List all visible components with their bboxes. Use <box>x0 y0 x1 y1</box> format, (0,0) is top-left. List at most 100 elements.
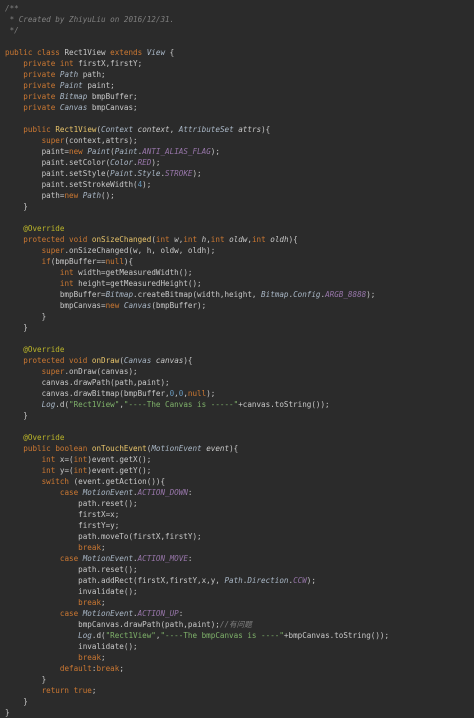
code-line[interactable]: path.reset(); <box>5 498 474 509</box>
code-token-kw: public <box>23 125 56 134</box>
code-line[interactable] <box>5 421 474 432</box>
code-line[interactable]: invalidate(); <box>5 641 474 652</box>
code-line[interactable]: case MotionEvent.ACTION_UP: <box>5 608 474 619</box>
code-editor[interactable]: /** * Created by ZhiyuLiu on 2016/12/31.… <box>0 0 474 717</box>
code-line[interactable]: Log.d("Rect1View","----The Canvas is ---… <box>5 399 474 410</box>
code-line[interactable]: invalidate(); <box>5 586 474 597</box>
code-line[interactable]: path.moveTo(firstX,firstY); <box>5 531 474 542</box>
code-line[interactable]: protected void onDraw(Canvas canvas){ <box>5 355 474 366</box>
code-token-const: ACTION_UP <box>137 609 179 618</box>
code-line[interactable]: private int firstX,firstY; <box>5 58 474 69</box>
code-line[interactable]: break; <box>5 652 474 663</box>
code-token-plain: } <box>5 411 28 420</box>
code-line[interactable]: paint.setColor(Color.RED); <box>5 157 474 168</box>
code-line[interactable]: if(bmpBuffer==null){ <box>5 256 474 267</box>
code-line[interactable]: switch (event.getAction()){ <box>5 476 474 487</box>
code-line[interactable]: super(context,attrs); <box>5 135 474 146</box>
code-token-kw: int <box>41 455 60 464</box>
code-line[interactable]: bmpBuffer=Bitmap.createBitmap(width,heig… <box>5 289 474 300</box>
code-line[interactable]: } <box>5 696 474 707</box>
code-line[interactable]: } <box>5 322 474 333</box>
code-line[interactable]: int y=(int)event.getY(); <box>5 465 474 476</box>
code-line[interactable] <box>5 113 474 124</box>
code-line[interactable]: break; <box>5 542 474 553</box>
code-token-plain: : <box>187 488 193 497</box>
code-line[interactable]: bmpCanvas=new Canvas(bmpBuffer); <box>5 300 474 311</box>
code-line[interactable]: } <box>5 410 474 421</box>
code-line[interactable]: path.reset(); <box>5 564 474 575</box>
code-token-plain: ); <box>210 147 220 156</box>
code-line[interactable]: } <box>5 201 474 212</box>
code-line[interactable]: path.addRect(firstX,firstY,x,y, Path.Dir… <box>5 575 474 586</box>
code-line[interactable]: Log.d("Rect1View","----The bmpCanvas is … <box>5 630 474 641</box>
code-token-plain: : <box>187 554 193 563</box>
code-token-type: Paint <box>87 147 111 156</box>
code-token-type: Config <box>293 290 321 299</box>
code-line[interactable]: firstX=x; <box>5 509 474 520</box>
code-line[interactable]: public class Rect1View extends View { <box>5 47 474 58</box>
code-token-str: "----The Canvas is -----" <box>123 400 239 409</box>
code-line[interactable]: super.onSizeChanged(w, h, oldw, oldh); <box>5 245 474 256</box>
code-token-plain: , <box>169 125 179 134</box>
code-token-kw: void <box>69 235 92 244</box>
code-line[interactable]: @Override <box>5 223 474 234</box>
code-line[interactable] <box>5 333 474 344</box>
code-line[interactable]: firstY=y; <box>5 520 474 531</box>
code-line[interactable]: default:break; <box>5 663 474 674</box>
code-line[interactable]: return true; <box>5 685 474 696</box>
code-token-plain: } <box>5 312 47 321</box>
code-line[interactable]: paint.setStyle(Paint.Style.STROKE); <box>5 168 474 179</box>
code-token-type: Paint <box>59 81 88 90</box>
code-line[interactable] <box>5 212 474 223</box>
code-token-plain: bmpCanvas= <box>5 301 106 310</box>
code-line[interactable]: case MotionEvent.ACTION_DOWN: <box>5 487 474 498</box>
code-line[interactable]: paint.setStrokeWidth(4); <box>5 179 474 190</box>
code-token-plain: +bmpCanvas.toString()); <box>283 631 390 640</box>
code-token-kw: null <box>105 257 124 266</box>
code-line[interactable]: bmpCanvas.drawPath(path,paint);//有问题 <box>5 619 474 630</box>
code-line[interactable]: protected void onSizeChanged(int w,int h… <box>5 234 474 245</box>
code-token-const: RED <box>137 158 152 167</box>
code-line[interactable]: canvas.drawPath(path,paint); <box>5 377 474 388</box>
code-line[interactable]: } <box>5 707 474 718</box>
code-line[interactable]: * Created by ZhiyuLiu on 2016/12/31. <box>5 14 474 25</box>
code-line[interactable]: } <box>5 311 474 322</box>
code-line[interactable]: canvas.drawBitmap(bmpBuffer,0,0,null); <box>5 388 474 399</box>
code-line[interactable]: int width=getMeasuredWidth(); <box>5 267 474 278</box>
code-line[interactable]: public Rect1View(Context context, Attrib… <box>5 124 474 135</box>
code-line[interactable]: public boolean onTouchEvent(MotionEvent … <box>5 443 474 454</box>
code-line[interactable]: @Override <box>5 432 474 443</box>
code-line[interactable]: private Bitmap bmpBuffer; <box>5 91 474 102</box>
code-line[interactable] <box>5 36 474 47</box>
code-token-kw: int <box>59 59 79 68</box>
code-line[interactable]: path=new Path(); <box>5 190 474 201</box>
code-line[interactable]: case MotionEvent.ACTION_MOVE: <box>5 553 474 564</box>
code-token-kw: super <box>41 246 65 255</box>
code-line[interactable]: /** <box>5 3 474 14</box>
code-line[interactable]: break; <box>5 597 474 608</box>
code-line[interactable]: private Canvas bmpCanvas; <box>5 102 474 113</box>
code-line[interactable]: private Paint paint; <box>5 80 474 91</box>
code-token-type: MotionEvent <box>82 554 134 563</box>
code-token-type: MotionEvent <box>82 488 134 497</box>
code-token-plain: ){ <box>288 235 298 244</box>
code-line[interactable]: int height=getMeasuredHeight(); <box>5 278 474 289</box>
code-line[interactable]: paint=new Paint(Paint.ANTI_ALIAS_FLAG); <box>5 146 474 157</box>
code-line[interactable]: */ <box>5 25 474 36</box>
code-line[interactable]: super.onDraw(canvas); <box>5 366 474 377</box>
code-line[interactable]: int x=(int)event.getX(); <box>5 454 474 465</box>
code-line[interactable]: } <box>5 674 474 685</box>
code-line[interactable]: @Override <box>5 344 474 355</box>
code-token-fn: onTouchEvent <box>91 444 147 453</box>
code-token-kw: void <box>69 356 92 365</box>
code-line[interactable]: private Path path; <box>5 69 474 80</box>
